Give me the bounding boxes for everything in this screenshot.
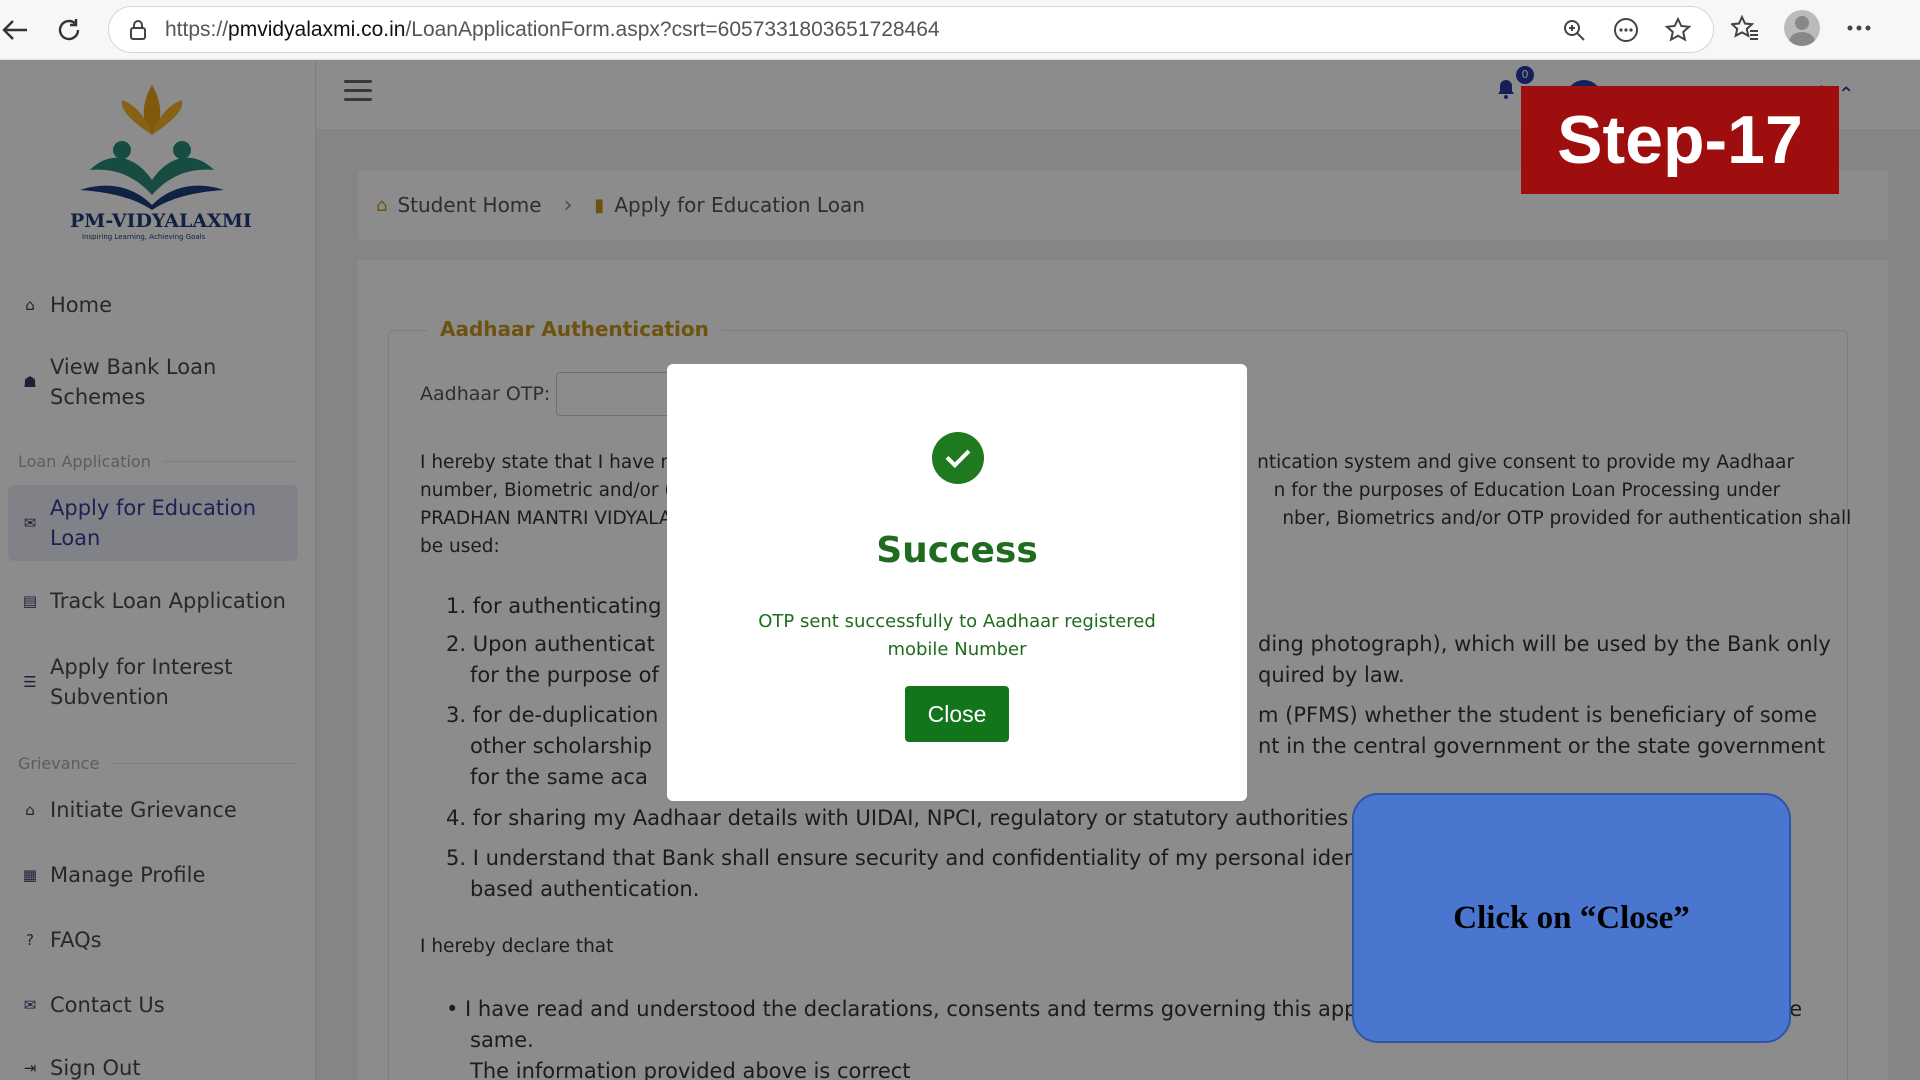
step-label: Step-17 (1521, 86, 1839, 194)
instruction-callout: Click on “Close” (1352, 793, 1791, 1043)
zoom-icon[interactable] (1559, 15, 1589, 45)
checkmark-circle-icon (932, 432, 984, 484)
ellipsis-icon[interactable] (1844, 13, 1874, 43)
back-arrow-icon[interactable] (0, 5, 40, 55)
dialog-message: OTP sent successfully to Aadhaar registe… (758, 611, 1156, 660)
favorites-icon[interactable] (1730, 13, 1760, 43)
star-icon[interactable] (1663, 15, 1693, 45)
more-options-circle-icon[interactable] (1611, 15, 1641, 45)
address-bar[interactable]: https://pmvidyalaxmi.co.in/LoanApplicati… (108, 6, 1714, 53)
reload-icon[interactable] (44, 5, 94, 55)
profile-avatar-icon[interactable] (1784, 10, 1820, 46)
close-button[interactable]: Close (905, 686, 1009, 742)
success-dialog: Success OTP sent successfully to Aadhaar… (667, 364, 1247, 801)
url-text: https://pmvidyalaxmi.co.in/LoanApplicati… (165, 17, 940, 41)
browser-toolbar: https://pmvidyalaxmi.co.in/LoanApplicati… (0, 0, 1920, 60)
dialog-title: Success (876, 530, 1038, 571)
lock-icon (125, 17, 151, 43)
